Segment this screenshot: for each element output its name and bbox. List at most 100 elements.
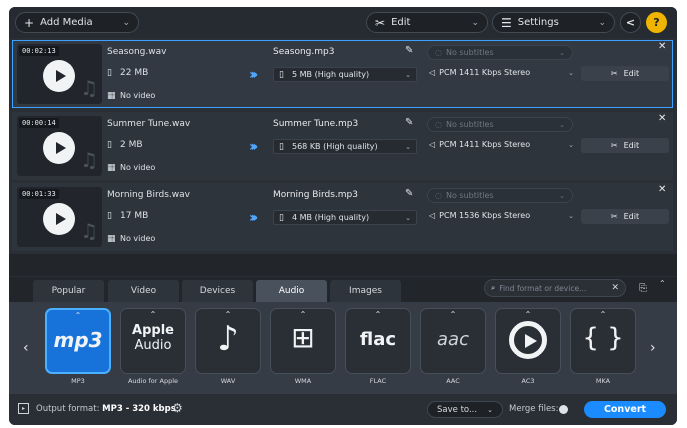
save-to-button[interactable]: Save to... ⌄ bbox=[427, 401, 503, 418]
audio-track-select[interactable]: ◁ PCM 1411 Kbps Stereo ⌄ bbox=[429, 68, 574, 77]
speaker-icon: ◁ bbox=[429, 211, 436, 220]
expand-caret-icon[interactable]: ⌃ bbox=[47, 311, 109, 320]
tab-devices[interactable]: Devices bbox=[182, 280, 253, 302]
expand-caret-icon[interactable]: ⌃ bbox=[496, 310, 560, 319]
expand-caret-icon[interactable]: ⌃ bbox=[346, 310, 410, 319]
media-thumbnail[interactable]: 00:02:13 ♫ bbox=[17, 44, 102, 104]
plus-icon: + bbox=[24, 15, 35, 30]
source-video-info: ▦ No video bbox=[107, 234, 155, 244]
chevron-down-icon: ⌄ bbox=[405, 213, 411, 222]
format-tile-audio-for-apple[interactable]: ⌃ Apple Audio bbox=[120, 308, 186, 374]
expand-caret-icon[interactable]: ⌃ bbox=[121, 310, 185, 319]
media-thumbnail[interactable]: 00:00:14 ♫ bbox=[17, 116, 102, 176]
format-tile-label: AAC bbox=[446, 377, 460, 385]
file-row[interactable]: 00:01:33 ♫ Morning Birds.wav ▯ 17 MB ▦ No … bbox=[12, 183, 673, 251]
convert-arrow-icon: ››› bbox=[249, 210, 259, 226]
tools-icon: ✂ bbox=[610, 69, 618, 78]
file-row[interactable]: 00:02:13 ♫ Seasong.wav ▯ 22 MB ▦ No video … bbox=[12, 40, 673, 108]
settings-dropdown[interactable]: ☰ Settings ⌄ bbox=[492, 12, 615, 33]
chevron-down-icon[interactable]: ⌄ bbox=[487, 406, 493, 414]
format-tile-wma[interactable]: ⌃ ⊞ bbox=[270, 308, 336, 374]
chevron-down-icon: ⌄ bbox=[471, 17, 479, 28]
audio-track-select[interactable]: ◁ PCM 1536 Kbps Stereo ⌄ bbox=[429, 211, 574, 220]
share-button[interactable]: < bbox=[620, 12, 641, 33]
source-video-info: ▦ No video bbox=[107, 91, 155, 101]
tab-images[interactable]: Images bbox=[330, 280, 401, 302]
output-quality-select[interactable]: ▯ 568 KB (High quality) ⌄ bbox=[273, 139, 417, 154]
tab-video[interactable]: Video bbox=[108, 280, 179, 302]
chevron-down-icon: ⌄ bbox=[568, 140, 574, 149]
file-icon: ▯ bbox=[107, 140, 112, 150]
expand-caret-icon[interactable]: ⌃ bbox=[421, 310, 485, 319]
tab-popular[interactable]: Popular bbox=[33, 280, 104, 302]
output-format-text: Output format: MP3 - 320 kbps bbox=[36, 404, 176, 414]
file-row[interactable]: 00:00:14 ♫ Summer Tune.wav ▯ 2 MB ▦ No vid… bbox=[12, 112, 673, 180]
merge-files-toggle[interactable] bbox=[559, 405, 568, 414]
help-button[interactable]: ? bbox=[646, 12, 667, 33]
rename-pencil-icon[interactable]: ✎ bbox=[405, 117, 413, 128]
speaker-icon: ◁ bbox=[429, 140, 436, 149]
subtitles-select[interactable]: ◌ No subtitles ⌄ bbox=[427, 117, 573, 132]
film-icon: ▦ bbox=[107, 234, 116, 244]
convert-arrow-icon: ››› bbox=[249, 139, 259, 155]
source-file-size: ▯ 2 MB bbox=[107, 140, 143, 150]
format-tile-mka[interactable]: ⌃ { } bbox=[570, 308, 636, 374]
film-icon: ▦ bbox=[107, 91, 116, 101]
row-edit-button[interactable]: ✂ Edit bbox=[581, 209, 669, 224]
format-tile-label: AC3 bbox=[521, 377, 535, 385]
gear-icon[interactable]: ⚙ bbox=[172, 401, 183, 415]
format-tile-label: Audio for Apple bbox=[127, 377, 179, 385]
music-note-icon: ♫ bbox=[80, 148, 98, 172]
media-thumbnail[interactable]: 00:01:33 ♫ bbox=[17, 187, 102, 247]
format-tile-wav[interactable]: ⌃ ♪ bbox=[195, 308, 261, 374]
output-quality-value: 5 MB (High quality) bbox=[292, 70, 370, 79]
collapse-icon[interactable]: ⌃ bbox=[659, 279, 666, 288]
format-search-field[interactable]: ⌕ Find format or device... ✕ bbox=[484, 279, 626, 297]
clear-icon[interactable]: ✕ bbox=[611, 283, 619, 293]
remove-file-icon[interactable]: ✕ bbox=[658, 41, 666, 52]
edit-dropdown[interactable]: ✂ Edit ⌄ bbox=[366, 12, 488, 33]
expand-caret-icon[interactable]: ⌃ bbox=[271, 310, 335, 319]
format-tile-flac[interactable]: ⌃ flac bbox=[345, 308, 411, 374]
remove-file-icon[interactable]: ✕ bbox=[658, 184, 666, 195]
prev-arrow-icon[interactable]: ‹ bbox=[23, 340, 29, 356]
export-icon[interactable]: ⎘ bbox=[639, 283, 647, 294]
chevron-down-icon: ⌄ bbox=[405, 142, 411, 151]
expand-caret-icon[interactable]: ⌃ bbox=[571, 310, 635, 319]
play-button[interactable] bbox=[43, 132, 75, 164]
format-tile-ac3[interactable]: ⌃ bbox=[495, 308, 561, 374]
rename-pencil-icon[interactable]: ✎ bbox=[405, 45, 413, 56]
remove-file-icon[interactable]: ✕ bbox=[658, 113, 666, 124]
subtitles-select[interactable]: ◌ No subtitles ⌄ bbox=[427, 188, 573, 203]
chevron-down-icon: ⌄ bbox=[568, 68, 574, 77]
row-edit-button[interactable]: ✂ Edit bbox=[581, 138, 669, 153]
file-icon: ▯ bbox=[279, 212, 284, 223]
speech-bubble-icon: ◌ bbox=[435, 48, 442, 57]
play-button[interactable] bbox=[43, 203, 75, 235]
next-arrow-icon[interactable]: › bbox=[650, 340, 656, 356]
top-toolbar: + Add Media ⌄ ✂ Edit ⌄ ☰ Settings ⌄ < ? bbox=[9, 7, 677, 38]
output-quality-select[interactable]: ▯ 4 MB (High quality) ⌄ bbox=[273, 210, 417, 225]
music-note-icon: ♪ bbox=[217, 319, 239, 359]
convert-arrow-icon: ››› bbox=[249, 67, 259, 83]
mka-logo-icon: { } bbox=[582, 323, 624, 353]
subtitles-value: No subtitles bbox=[445, 48, 494, 57]
format-tile-mp3[interactable]: ⌃ mp3 bbox=[45, 308, 111, 374]
mp3-logo-icon: mp3 bbox=[53, 328, 103, 352]
add-media-button[interactable]: + Add Media ⌄ bbox=[15, 12, 139, 33]
format-tile-label: MP3 bbox=[71, 377, 85, 385]
music-note-icon: ♫ bbox=[80, 76, 98, 100]
rename-pencil-icon[interactable]: ✎ bbox=[405, 188, 413, 199]
tab-audio[interactable]: Audio bbox=[256, 280, 327, 302]
audio-track-value: PCM 1411 Kbps Stereo bbox=[439, 68, 531, 77]
output-quality-select[interactable]: ▯ 5 MB (High quality) ⌄ bbox=[273, 67, 417, 82]
row-edit-button[interactable]: ✂ Edit bbox=[581, 66, 669, 81]
format-tile-label: WAV bbox=[220, 377, 236, 385]
convert-button[interactable]: Convert bbox=[584, 401, 666, 418]
audio-track-select[interactable]: ◁ PCM 1411 Kbps Stereo ⌄ bbox=[429, 140, 574, 149]
subtitles-select[interactable]: ◌ No subtitles ⌄ bbox=[427, 45, 573, 60]
format-tile-aac[interactable]: ⌃ aac bbox=[420, 308, 486, 374]
play-button[interactable] bbox=[43, 60, 75, 92]
expand-caret-icon[interactable]: ⌃ bbox=[196, 310, 260, 319]
source-file-name: Morning Birds.wav bbox=[107, 190, 190, 200]
